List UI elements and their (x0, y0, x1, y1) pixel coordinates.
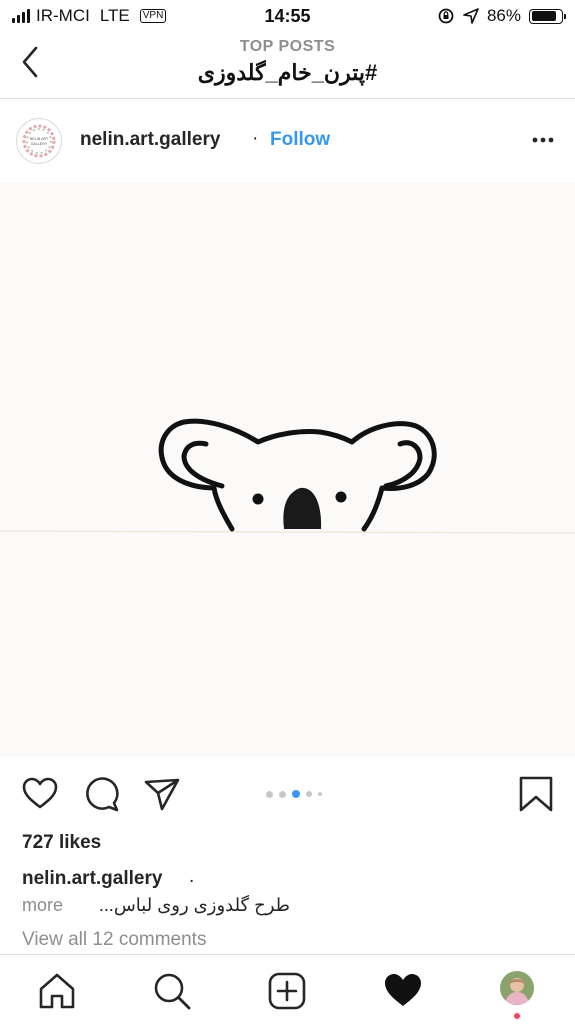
avatar-text: NELIN ART (30, 137, 49, 141)
carousel-dot (306, 791, 312, 797)
svg-text:GALLERY: GALLERY (31, 142, 48, 146)
caption-more-link[interactable]: more (22, 895, 63, 916)
carousel-indicator (266, 790, 322, 798)
post-actions (0, 760, 575, 830)
follow-button[interactable]: Follow (270, 129, 330, 151)
carousel-dot (266, 790, 273, 798)
battery-icon (529, 8, 566, 24)
tab-bar (0, 954, 575, 1025)
koala-illustration (0, 418, 575, 534)
caption-username[interactable]: nelin.art.gallery (22, 868, 162, 890)
nav-subtitle: TOP POSTS (239, 38, 336, 55)
plus-square-icon[interactable] (267, 971, 307, 1011)
notification-dot (514, 1013, 520, 1019)
separator-dot: · (252, 128, 259, 149)
heart-filled-icon[interactable] (383, 971, 423, 1011)
carousel-dot (318, 792, 322, 796)
battery-fill (531, 11, 557, 21)
caption-text: طرح گلدوزی روی لباس... (98, 895, 290, 915)
avatar[interactable] (500, 971, 534, 1005)
avatar[interactable]: NELIN ART GALLERY (16, 118, 62, 164)
navigation-bar: TOP POSTS #پترن_خام_گلدوزی (0, 32, 575, 99)
post-username[interactable]: nelin.art.gallery (80, 129, 220, 151)
carousel-dot (279, 790, 286, 798)
view-comments-link[interactable]: View all 12 comments (22, 929, 206, 951)
carousel-dot (292, 790, 300, 798)
home-icon[interactable] (37, 971, 77, 1011)
page-title: #پترن_خام_گلدوزی (197, 60, 378, 85)
post-header: NELIN ART GALLERY nelin.art.gallery · Fo… (0, 100, 575, 180)
status-right: 86% (437, 6, 566, 26)
post-image[interactable] (0, 182, 575, 757)
bookmark-icon[interactable] (516, 774, 556, 814)
status-bar: IR-MCI LTE VPN 14:55 86% (0, 0, 575, 32)
heart-icon[interactable] (20, 774, 60, 814)
avatar-logo: NELIN ART GALLERY (22, 124, 56, 158)
battery-percent: 86% (486, 6, 521, 25)
location-arrow-icon (463, 8, 479, 24)
more-horizontal-icon[interactable] (531, 130, 555, 150)
comment-icon[interactable] (82, 774, 122, 814)
orientation-lock-icon (438, 8, 454, 24)
caption-dot: . (189, 866, 195, 887)
send-icon[interactable] (142, 774, 182, 814)
profile-avatar-image (500, 971, 534, 1005)
search-icon[interactable] (152, 971, 192, 1011)
likes-count[interactable]: 727 likes (22, 832, 101, 854)
